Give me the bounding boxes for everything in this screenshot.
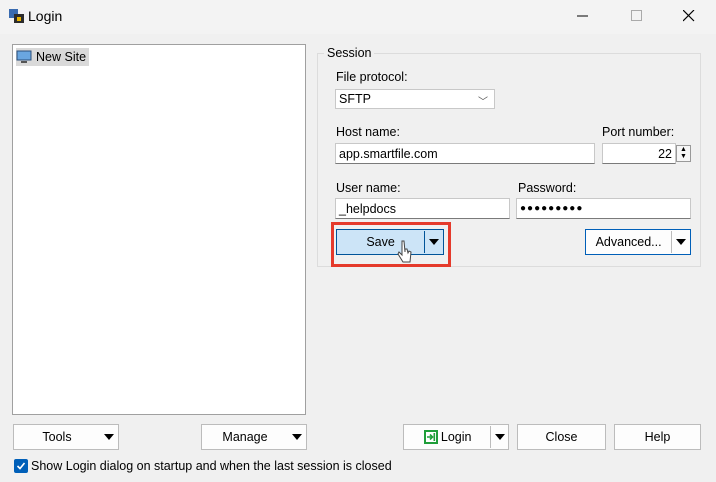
- file-protocol-select[interactable]: SFTP ﹀: [335, 89, 495, 109]
- tools-button[interactable]: Tools: [13, 424, 119, 450]
- window-title: Login: [28, 8, 63, 24]
- user-name-input[interactable]: _helpdocs: [335, 198, 510, 219]
- password-value: ●●●●●●●●●: [520, 203, 584, 214]
- advanced-button[interactable]: Advanced...: [585, 229, 691, 255]
- port-number-label: Port number:: [602, 125, 675, 139]
- spin-up-icon[interactable]: ▲: [677, 146, 690, 153]
- port-number-input[interactable]: 22: [602, 143, 676, 164]
- minimize-icon: [577, 15, 588, 17]
- manage-button[interactable]: Manage: [201, 424, 307, 450]
- minimize-button[interactable]: [560, 0, 606, 32]
- tools-button-label: Tools: [42, 430, 72, 444]
- login-button[interactable]: Login: [403, 424, 509, 450]
- port-spinner[interactable]: ▲ ▼: [676, 145, 691, 162]
- tree-item-new-site[interactable]: New Site: [16, 48, 90, 66]
- host-name-value: app.smartfile.com: [339, 146, 438, 161]
- user-name-label: User name:: [336, 181, 401, 195]
- monitor-icon: [16, 50, 32, 63]
- login-icon: [423, 430, 438, 444]
- startup-checkbox[interactable]: [14, 459, 28, 473]
- password-label: Password:: [518, 181, 577, 195]
- maximize-icon: [631, 10, 642, 21]
- manage-button-label: Manage: [222, 430, 268, 444]
- startup-checkbox-label[interactable]: Show Login dialog on startup and when th…: [31, 459, 392, 473]
- site-tree[interactable]: New Site: [12, 44, 306, 415]
- advanced-dropdown-arrow[interactable]: [672, 239, 690, 245]
- port-number-value: 22: [658, 146, 672, 161]
- close-button[interactable]: Close: [517, 424, 606, 450]
- advanced-button-label: Advanced...: [595, 235, 662, 249]
- help-button[interactable]: Help: [614, 424, 701, 450]
- spin-down-icon[interactable]: ▼: [677, 153, 690, 160]
- triangle-down-icon: [494, 434, 505, 440]
- file-protocol-label: File protocol:: [336, 70, 408, 84]
- user-name-value: _helpdocs: [339, 201, 396, 216]
- chevron-down-icon: ﹀: [478, 97, 488, 108]
- triangle-down-icon: [676, 239, 687, 245]
- triangle-down-icon: [104, 434, 114, 440]
- help-button-label: Help: [644, 430, 671, 444]
- close-window-button[interactable]: [666, 0, 712, 32]
- title-bar: [0, 0, 716, 34]
- password-input[interactable]: ●●●●●●●●●: [516, 198, 691, 219]
- app-icon: [8, 7, 26, 25]
- tree-item-label: New Site: [36, 50, 87, 64]
- maximize-button[interactable]: [614, 0, 660, 32]
- login-dropdown-arrow[interactable]: [491, 434, 508, 440]
- checkmark-icon: [16, 462, 26, 470]
- highlight-box: [331, 222, 451, 267]
- close-icon: [683, 10, 695, 22]
- triangle-down-icon: [292, 434, 302, 440]
- mouse-cursor-icon: [397, 240, 412, 263]
- host-name-label: Host name:: [336, 125, 400, 139]
- login-button-label: Login: [440, 430, 472, 444]
- close-button-label: Close: [545, 430, 578, 444]
- host-name-input[interactable]: app.smartfile.com: [335, 143, 595, 164]
- session-group-label: Session: [324, 46, 375, 60]
- file-protocol-value: SFTP: [339, 92, 371, 106]
